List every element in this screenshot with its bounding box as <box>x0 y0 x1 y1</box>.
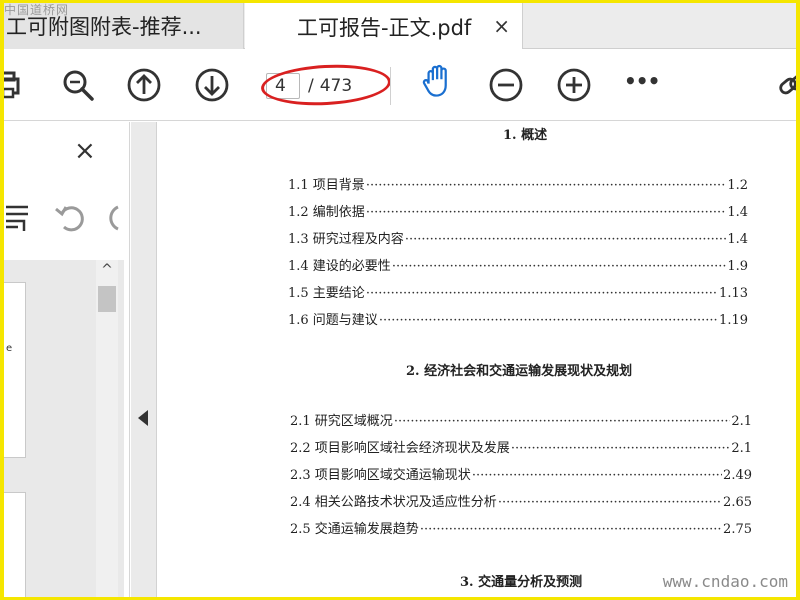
toc-leader: ········································… <box>497 495 722 510</box>
toolbar-divider <box>390 67 391 105</box>
toc-page: 2.65 <box>723 495 752 510</box>
toc-row[interactable]: 1.4 建设的必要性 ······························… <box>288 255 748 274</box>
toc-page: 2.49 <box>723 468 752 483</box>
toc-page: 2.1 <box>731 441 752 456</box>
collapse-arrow-icon[interactable] <box>138 410 148 426</box>
left-panel: × e ^ <box>4 122 130 597</box>
close-tab-icon[interactable]: × <box>493 14 510 38</box>
zoom-out-search-icon[interactable] <box>60 67 96 103</box>
toc-label: 2.1 研究区域概况 <box>290 414 393 429</box>
tab-bar: 工可附图附表-推荐... 工可报告-正文.pdf × <box>4 3 796 50</box>
toc-leader: ········································… <box>378 313 718 328</box>
document-page: 1. 概述 1.1 项目背景 ··························… <box>158 122 796 597</box>
toc-row[interactable]: 1.1 项目背景 ································… <box>288 174 748 193</box>
toc-row[interactable]: 1.6 问题与建议 ·······························… <box>288 309 748 328</box>
toc-label: 2.5 交通运输发展趋势 <box>290 522 419 537</box>
rotate-left-icon[interactable] <box>52 199 88 235</box>
toc-label: 1.4 建设的必要性 <box>288 259 391 274</box>
previous-page-icon[interactable] <box>126 67 162 103</box>
toc-leader: ········································… <box>393 414 731 429</box>
toc-row[interactable]: 2.2 项目影响区域社会经济现状及发展 ·····················… <box>290 437 752 456</box>
scroll-up-icon[interactable]: ^ <box>96 262 118 280</box>
toc-page: 1.19 <box>719 313 748 328</box>
zoom-out-icon[interactable] <box>488 67 524 103</box>
zoom-in-icon[interactable] <box>556 67 592 103</box>
toc-page: 2.75 <box>723 522 752 537</box>
toc-row[interactable]: 2.1 研究区域概况 ······························… <box>290 410 752 429</box>
page-thumbnail[interactable] <box>4 492 26 597</box>
toc-label: 1.5 主要结论 <box>288 286 365 301</box>
toc-label: 1.1 项目背景 <box>288 178 365 193</box>
toc-page: 1.9 <box>727 259 748 274</box>
toc-leader: ········································… <box>391 259 727 274</box>
more-options-icon[interactable]: ••• <box>624 69 660 105</box>
watermark-bottom: www.cndao.com <box>662 572 788 591</box>
thumbnail-scrollbar[interactable]: ^ <box>96 260 118 597</box>
toolbar: 4 / 473 ••• <box>4 49 796 121</box>
panel-collapse-strip[interactable] <box>131 122 157 597</box>
toc-row[interactable]: 1.3 研究过程及内容 ·····························… <box>288 228 748 247</box>
toc-label: 2.3 项目影响区域交通运输现状 <box>290 468 471 483</box>
toc-leader: ········································… <box>365 178 727 193</box>
toc-label: 1.2 编制依据 <box>288 205 365 220</box>
toc-label: 2.2 项目影响区域社会经济现状及发展 <box>290 441 510 456</box>
toc-label: 2.4 相关公路技术状况及适应性分析 <box>290 495 497 510</box>
toc-label: 1.3 研究过程及内容 <box>288 232 404 247</box>
toc-row[interactable]: 2.5 交通运输发展趋势 ····························… <box>290 518 752 537</box>
toc-page: 1.13 <box>719 286 748 301</box>
toc-page: 1.4 <box>727 205 748 220</box>
page-thumbnail[interactable]: e <box>4 282 26 458</box>
rotate-right-icon[interactable] <box>104 199 130 235</box>
toc-leader: ········································… <box>365 205 727 220</box>
toc-page: 1.4 <box>727 232 748 247</box>
page-options-icon[interactable] <box>4 201 34 235</box>
print-icon[interactable] <box>4 67 32 103</box>
app-window: 中国道桥网 工可附图附表-推荐... 工可报告-正文.pdf × 4 / 473 <box>4 3 796 597</box>
toc-row[interactable]: 1.5 主要结论 ································… <box>288 282 748 301</box>
link-icon[interactable] <box>776 67 796 103</box>
toc-page: 2.1 <box>731 414 752 429</box>
next-page-icon[interactable] <box>194 67 230 103</box>
toc-leader: ········································… <box>365 286 718 301</box>
red-annotation-circle <box>260 61 392 109</box>
toc-row[interactable]: 2.3 项目影响区域交通运输现状 ························… <box>290 464 752 483</box>
panel-toolbar <box>4 197 130 237</box>
section-title: 2. 经济社会和交通运输发展现状及规划 <box>406 364 633 379</box>
toc-leader: ········································… <box>510 441 731 456</box>
toc-label: 1.6 问题与建议 <box>288 313 378 328</box>
toc-row[interactable]: 2.4 相关公路技术状况及适应性分析 ······················… <box>290 491 752 510</box>
toc-page: 1.2 <box>727 178 748 193</box>
section-title: 3. 交通量分析及预测 <box>460 575 583 590</box>
toc-row[interactable]: 1.2 编制依据 ································… <box>288 201 748 220</box>
toc-leader: ········································… <box>471 468 722 483</box>
close-panel-icon[interactable]: × <box>74 136 96 166</box>
toc-leader: ········································… <box>404 232 727 247</box>
watermark-top: 中国道桥网 <box>4 3 70 17</box>
hand-tool-icon[interactable] <box>420 63 460 105</box>
tab-main-report[interactable]: 工可报告-正文.pdf × <box>245 3 523 50</box>
toc-leader: ········································… <box>419 522 722 537</box>
scroll-thumb[interactable] <box>98 286 116 312</box>
tab-label: 工可报告-正文.pdf <box>297 15 472 40</box>
section-title: 1. 概述 <box>503 128 548 143</box>
